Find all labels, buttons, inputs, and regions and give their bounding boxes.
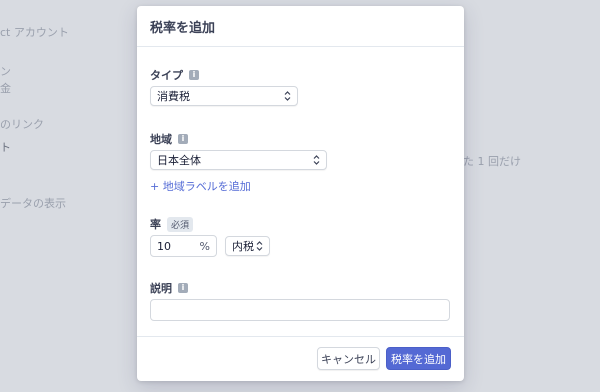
type-select-value: 消費税 [157, 90, 190, 103]
add-region-label-link[interactable]: + 地域ラベルを追加 [150, 178, 251, 194]
bg-nav-item: データの表示 [0, 197, 66, 210]
rate-input-value: 10 [157, 239, 171, 253]
inclusive-select-value: 内税 [232, 240, 254, 253]
required-badge: 必須 [167, 216, 194, 232]
description-label: 説明 [150, 282, 172, 295]
chevron-updown-icon [284, 91, 291, 101]
add-tax-rate-button[interactable]: 税率を追加 [386, 347, 451, 370]
cancel-button[interactable]: キャンセル [317, 347, 380, 370]
chevron-updown-icon [256, 241, 263, 251]
bg-nav-item: ト [0, 141, 11, 154]
percent-suffix: % [199, 239, 210, 253]
type-label-row: タイプ i [150, 67, 199, 83]
modal-title: 税率を追加 [150, 20, 216, 36]
bg-nav-item: のリンク [0, 118, 44, 131]
info-icon[interactable]: i [178, 134, 188, 144]
info-icon[interactable]: i [189, 70, 199, 80]
modal-header: 税率を追加 [137, 6, 464, 47]
chevron-updown-icon [313, 155, 320, 165]
region-label-row: 地域 i [150, 131, 188, 147]
region-select-value: 日本全体 [157, 154, 201, 167]
type-label: タイプ [150, 69, 183, 82]
rate-label-row: 率 必須 [150, 216, 194, 232]
region-label: 地域 [150, 133, 172, 146]
region-select[interactable]: 日本全体 [150, 150, 327, 170]
type-select[interactable]: 消費税 [150, 86, 298, 106]
bg-nav-item: ct アカウント [0, 26, 69, 39]
rate-input[interactable]: 10 % [150, 235, 217, 257]
add-tax-rate-modal: 税率を追加 タイプ i 消費税 地域 i 日本全体 + 地域ラベルを追加 率 必… [137, 6, 464, 381]
bg-nav-item: 金 [0, 82, 11, 95]
description-input[interactable] [150, 299, 450, 321]
info-icon[interactable]: i [178, 283, 188, 293]
bg-right-text: た 1 回だけ [463, 155, 521, 168]
inclusive-select[interactable]: 内税 [225, 236, 270, 256]
rate-label: 率 [150, 218, 161, 231]
description-label-row: 説明 i [150, 280, 188, 296]
bg-nav-item: ン [0, 65, 11, 78]
modal-footer: キャンセル 税率を追加 [137, 336, 464, 381]
